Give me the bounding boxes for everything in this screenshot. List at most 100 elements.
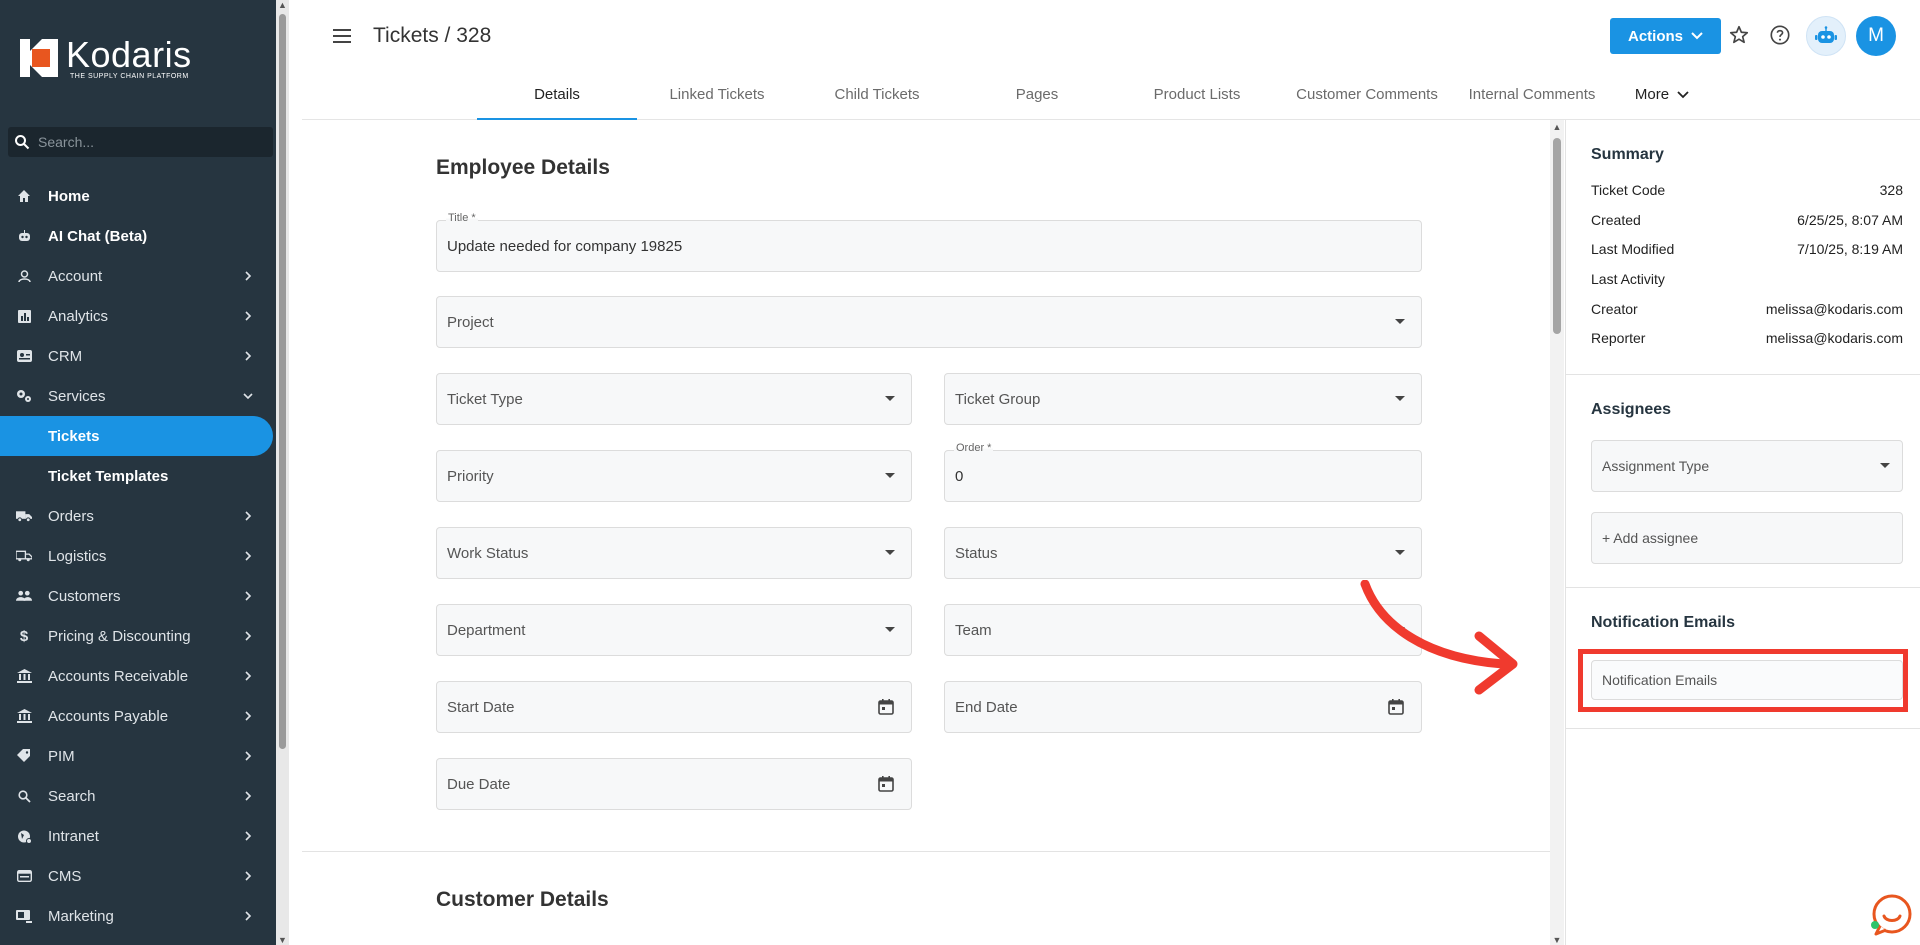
panel-divider — [1566, 374, 1920, 375]
tab-details[interactable]: Details — [477, 74, 637, 120]
calendar-icon[interactable] — [877, 698, 895, 716]
tag-icon — [16, 748, 32, 764]
actions-button[interactable]: Actions — [1610, 18, 1721, 54]
title-field[interactable]: Title * Update needed for company 19825 — [436, 212, 1422, 272]
sidebar-search — [8, 127, 273, 157]
calendar-icon[interactable] — [1387, 698, 1405, 716]
ai-assistant-button[interactable] — [1806, 16, 1846, 56]
notification-emails-heading: Notification Emails — [1591, 614, 1736, 631]
sidebar-search-input[interactable] — [38, 134, 258, 150]
sidebar-item-ticket-templates[interactable]: Ticket Templates — [0, 456, 276, 496]
sidebar-item-pim[interactable]: PIM — [0, 736, 276, 776]
department-select[interactable]: Department — [436, 604, 912, 656]
scroll-up-arrow-icon[interactable]: ▲ — [276, 0, 289, 10]
tab-pages[interactable]: Pages — [957, 74, 1117, 120]
chart-icon — [16, 308, 32, 324]
sidebar-item-home[interactable]: Home — [0, 176, 276, 216]
top-bar: Tickets / 328 Actions M Details Linked T… — [302, 0, 1920, 120]
tab-more-label: More — [1634, 86, 1670, 103]
chat-bubble-icon — [1871, 894, 1912, 936]
tab-linked-tickets[interactable]: Linked Tickets — [637, 74, 797, 120]
summary-value: melissa@kodaris.com — [1765, 330, 1903, 346]
sidebar-item-cms[interactable]: CMS — [0, 856, 276, 896]
sidebar-item-analytics[interactable]: Analytics — [0, 296, 276, 336]
chevron-right-icon — [245, 871, 252, 881]
notification-emails-input[interactable]: Notification Emails — [1591, 660, 1903, 700]
due-date-field[interactable]: Due Date — [436, 758, 912, 810]
sidebar-item-account[interactable]: Account — [0, 256, 276, 296]
add-assignee-input[interactable]: + Add assignee — [1591, 512, 1903, 564]
sidebar-item-tickets[interactable]: Tickets — [0, 416, 273, 456]
summary-value: 328 — [1879, 182, 1903, 198]
sidebar-item-pricing[interactable]: $ Pricing & Discounting — [0, 616, 276, 656]
summary-row-last-activity: Last Activity — [1591, 271, 1903, 287]
summary-row-creator: Creator melissa@kodaris.com — [1591, 301, 1903, 317]
chevron-right-icon — [245, 311, 252, 321]
people-icon — [16, 588, 32, 604]
dropdown-arrow-icon — [885, 550, 895, 555]
sidebar-item-accounts-receivable[interactable]: Accounts Receivable — [0, 656, 276, 696]
detail-tabs: Details Linked Tickets Child Tickets Pag… — [477, 74, 1717, 120]
scroll-down-arrow-icon[interactable]: ▼ — [276, 935, 289, 945]
home-icon — [16, 188, 32, 204]
title-field-label: Title * — [446, 212, 478, 224]
priority-select[interactable]: Priority — [436, 450, 912, 502]
assignment-type-select[interactable]: Assignment Type — [1591, 440, 1903, 492]
project-select[interactable]: Project — [436, 296, 1422, 348]
app-root: Kodaris THE SUPPLY CHAIN PLATFORM Home A… — [0, 0, 1920, 945]
logo-tagline: THE SUPPLY CHAIN PLATFORM — [70, 72, 189, 80]
main-scrollbar[interactable]: ▲ ▼ — [1550, 120, 1564, 945]
bank-icon — [16, 708, 32, 724]
sidebar-item-services[interactable]: Services — [0, 376, 276, 416]
scroll-up-arrow-icon[interactable]: ▲ — [1550, 122, 1564, 132]
order-field[interactable]: Order * 0 — [944, 442, 1422, 502]
main-scroll-thumb[interactable] — [1553, 138, 1561, 334]
chevron-right-icon — [245, 511, 252, 521]
hamburger-menu-icon[interactable] — [332, 26, 354, 46]
tab-child-tickets[interactable]: Child Tickets — [797, 74, 957, 120]
sidebar-item-crm[interactable]: CRM — [0, 336, 276, 376]
tab-customer-comments[interactable]: Customer Comments — [1277, 74, 1457, 120]
ticket-group-select[interactable]: Ticket Group — [944, 373, 1422, 425]
sidebar-item-ai-chat[interactable]: AI Chat (Beta) — [0, 216, 276, 256]
sidebar-item-accounts-payable[interactable]: Accounts Payable — [0, 696, 276, 736]
work-status-select[interactable]: Work Status — [436, 527, 912, 579]
chevron-right-icon — [245, 751, 252, 761]
favorite-star-icon[interactable] — [1726, 22, 1752, 48]
title-field-value: Update needed for company 19825 — [447, 237, 683, 255]
sidebar-scroll-thumb[interactable] — [279, 14, 286, 749]
start-date-field[interactable]: Start Date — [436, 681, 912, 733]
help-icon[interactable] — [1767, 22, 1793, 48]
sidebar-item-customers[interactable]: Customers — [0, 576, 276, 616]
end-date-field[interactable]: End Date — [944, 681, 1422, 733]
chevron-right-icon — [245, 791, 252, 801]
employee-details-heading: Employee Details — [436, 156, 610, 179]
calendar-icon[interactable] — [877, 775, 895, 793]
tab-internal-comments[interactable]: Internal Comments — [1457, 74, 1607, 120]
section-divider — [302, 851, 1550, 852]
status-select[interactable]: Status — [944, 527, 1422, 579]
chevron-right-icon — [245, 551, 252, 561]
scroll-down-arrow-icon[interactable]: ▼ — [1550, 935, 1564, 945]
sidebar-item-search[interactable]: Search — [0, 776, 276, 816]
sidebar-item-orders[interactable]: Orders — [0, 496, 276, 536]
sidebar-item-marketing[interactable]: Marketing — [0, 896, 276, 936]
sidebar-item-label: Home — [48, 187, 90, 205]
tab-product-lists[interactable]: Product Lists — [1117, 74, 1277, 120]
logo-name: Kodaris — [66, 33, 192, 75]
summary-value: 6/25/25, 8:07 AM — [1797, 212, 1903, 228]
ticket-type-select[interactable]: Ticket Type — [436, 373, 912, 425]
sidebar-item-logistics[interactable]: Logistics — [0, 536, 276, 576]
kodaris-logo[interactable]: Kodaris THE SUPPLY CHAIN PLATFORM — [18, 36, 192, 80]
chevron-right-icon — [245, 271, 252, 281]
globe-icon — [16, 828, 32, 844]
user-avatar[interactable]: M — [1856, 16, 1896, 56]
chevron-down-icon — [1677, 91, 1689, 99]
summary-label: Last Modified — [1591, 241, 1675, 257]
team-select[interactable]: Team — [944, 604, 1422, 656]
search-icon — [15, 135, 30, 150]
sidebar-scrollbar[interactable]: ▲ ▼ — [276, 0, 289, 945]
support-chat-button[interactable] — [1866, 890, 1914, 938]
sidebar-item-intranet[interactable]: Intranet — [0, 816, 276, 856]
tab-more[interactable]: More — [1607, 74, 1717, 120]
